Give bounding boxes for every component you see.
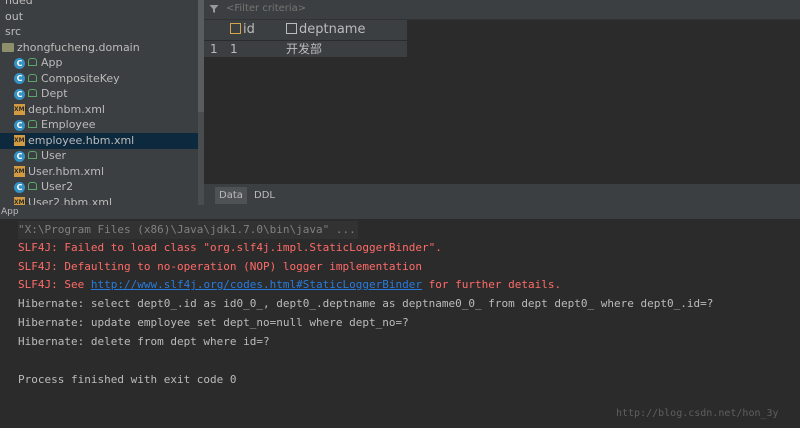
slf4j-help-link[interactable]: http://www.slf4j.org/codes.html#StaticLo… (91, 278, 422, 291)
tree-item[interactable]: zhongfucheng.domain (0, 40, 140, 56)
tree-item[interactable]: C User (0, 148, 66, 164)
tree-item-label: src (5, 25, 22, 38)
xml-file-icon: XML (14, 135, 29, 146)
tree-item[interactable]: XMLdept.hbm.xml (0, 102, 105, 118)
tree-item-label: Dept (41, 87, 68, 100)
tree-item-label: User2.hbm.xml (28, 195, 113, 206)
xml-file-icon: XML (14, 104, 29, 115)
class-icon: C (14, 73, 25, 84)
filter-icon[interactable] (209, 4, 219, 14)
column-icon (286, 23, 297, 34)
console-line-suffix: for further details. (422, 278, 562, 291)
console-line-prefix: SLF4J: See (18, 278, 91, 291)
run-tool-window-header: App (0, 205, 800, 219)
project-tree: nded out src zhongfucheng.domain C App C Compos… (0, 0, 204, 205)
column-header[interactable]: id (230, 20, 255, 40)
grid-view-tabs: Data DDL (204, 183, 800, 206)
tree-item[interactable]: out (0, 9, 23, 25)
tree-item-label: App (41, 56, 63, 69)
column-header-label: deptname (299, 22, 366, 37)
console-line: SLF4J: See http://www.slf4j.org/codes.ht… (18, 276, 561, 294)
row-number: 1 (210, 42, 218, 56)
column-header-label: id (243, 22, 255, 37)
tree-item[interactable]: C Dept (0, 86, 68, 102)
tree-item[interactable]: C App (0, 55, 63, 71)
filter-bar (204, 0, 800, 20)
table-row[interactable]: 1 1 开发部 (204, 41, 407, 57)
xml-file-icon: XML (14, 166, 29, 177)
table-cell[interactable]: 开发部 (286, 41, 322, 57)
class-icon: C (14, 150, 25, 162)
tree-item-label: User (41, 149, 67, 162)
tree-item-label: out (5, 9, 24, 23)
tree-item-label: dept.hbm.xml (28, 102, 105, 116)
run-console: "X:\Program Files (x86)\Java\jdk1.7.0\bi… (0, 219, 800, 428)
tree-item[interactable]: C CompositeKey (0, 71, 120, 87)
public-access-icon (28, 73, 37, 82)
public-access-icon (28, 58, 37, 66)
grid-header-row: id deptname (204, 20, 407, 40)
tree-item[interactable]: XMLUser.hbm.xml (0, 164, 104, 180)
console-line: SLF4J: Defaulting to no-operation (NOP) … (18, 260, 422, 273)
console-line: Process finished with exit code 0 (18, 373, 237, 386)
console-line: SLF4J: Failed to load class "org.slf4j.i… (18, 241, 442, 254)
filter-criteria-input[interactable] (226, 2, 426, 16)
tree-item-label: nded (5, 0, 33, 7)
tree-item[interactable]: src (0, 24, 21, 40)
tree-item[interactable]: XMLUser2.hbm.xml (0, 195, 113, 206)
public-access-icon (28, 120, 37, 128)
public-access-icon (28, 89, 37, 97)
tree-item-label: zhongfucheng.domain (17, 40, 140, 54)
console-line: Hibernate: delete from dept where id=? (18, 335, 270, 348)
table-cell[interactable]: 1 (230, 41, 238, 57)
class-icon: C (14, 119, 25, 131)
console-line: Hibernate: update employee set dept_no=n… (18, 316, 409, 329)
tree-item-label: User2 (41, 180, 74, 193)
tree-item[interactable]: XMLemployee.hbm.xml (0, 132, 198, 149)
primary-key-icon (230, 23, 241, 34)
column-header[interactable]: deptname (286, 20, 365, 40)
tree-item-label: Employee (41, 118, 96, 131)
tree-item-label: User.hbm.xml (28, 164, 105, 178)
tree-item-label: employee.hbm.xml (28, 133, 135, 147)
tab-data[interactable]: Data (215, 187, 247, 204)
run-configuration-title[interactable]: App (0, 205, 19, 219)
tab-ddl[interactable]: DDL (250, 187, 279, 204)
console-line[interactable]: "X:\Program Files (x86)\Java\jdk1.7.0\bi… (18, 221, 358, 239)
tree-item[interactable]: C User2 (0, 179, 73, 195)
public-access-icon (28, 182, 37, 190)
class-icon: C (14, 181, 25, 193)
class-icon: C (14, 57, 25, 69)
package-icon (2, 43, 14, 52)
watermark: http://blog.csdn.net/hon_3y (616, 408, 779, 419)
tree-item-label: CompositeKey (41, 71, 120, 85)
table-editor: id deptname 11 开发部 DataDDL (204, 0, 800, 206)
public-access-icon (28, 151, 37, 159)
xml-file-icon: XML (14, 197, 28, 205)
console-line: Hibernate: select dept0_.id as id0_0_, d… (18, 297, 714, 310)
class-icon: C (14, 88, 25, 100)
tree-item[interactable]: C Employee (0, 117, 95, 133)
